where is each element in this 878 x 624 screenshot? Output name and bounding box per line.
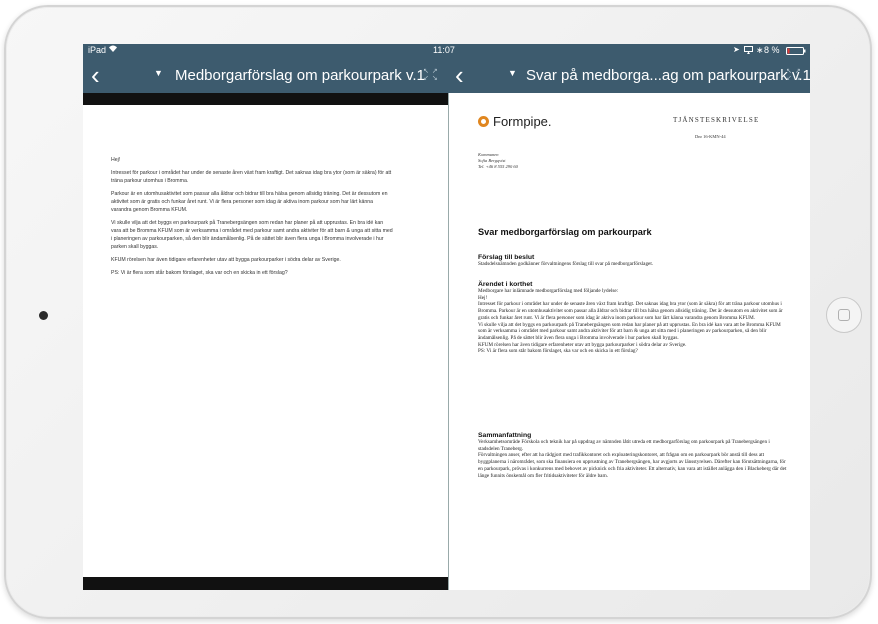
document-type: TJÄNSTESKRIVELSE bbox=[673, 116, 760, 124]
section-summary: Sammanfattning Verksamhetsområde Förskol… bbox=[478, 432, 790, 479]
section-body: Stadsdelsnämnden godkänner förvaltningen… bbox=[478, 261, 654, 267]
right-nav-bar: ‹ ▼ Svar på medborga...ag om parkourpark… bbox=[449, 58, 810, 93]
paragraph: Vi skulle vilja att det byggs en parkour… bbox=[111, 220, 393, 250]
right-document-title[interactable]: Svar på medborga...ag om parkourpark v.1 bbox=[526, 67, 810, 84]
back-chevron-icon[interactable]: ‹ bbox=[91, 60, 100, 90]
screen: iPad 11:07 ➤ ∗ 8 % ‹ ▼ Medborgarförslag … bbox=[83, 44, 810, 590]
section-summary-brief: Ärendet i korthet Medborgare har inlämna… bbox=[478, 281, 790, 355]
battery-percent: 8 % bbox=[764, 45, 780, 55]
camera-dot bbox=[39, 311, 48, 320]
formpipe-logo: Formpipe. bbox=[478, 114, 552, 129]
sender-phone: Tel. +46 8 555 290 60 bbox=[478, 164, 518, 169]
dropdown-caret-icon[interactable]: ▼ bbox=[154, 68, 163, 78]
section-body: Verksamhetsområde Förskola och teknik ha… bbox=[478, 439, 787, 479]
dropdown-caret-icon[interactable]: ▼ bbox=[508, 68, 517, 78]
left-nav-bar: ‹ ▼ Medborgarförslag om parkourpark v.1 … bbox=[83, 58, 449, 93]
document-heading: Svar medborgarförslag om parkourpark bbox=[478, 227, 652, 237]
bluetooth-icon: ∗ bbox=[756, 45, 764, 55]
home-square-icon bbox=[838, 309, 850, 321]
paragraph: Parkour är en utomhusaktivitet som passa… bbox=[111, 191, 388, 213]
paragraph: Hej! bbox=[111, 157, 121, 163]
left-document-body: Hej! Intresset för parkour i området har… bbox=[111, 156, 393, 282]
section-title: Ärendet i korthet bbox=[478, 281, 533, 288]
wifi-icon bbox=[108, 44, 118, 55]
paragraph: KFUM rörelsen har även tidigare erfarenh… bbox=[111, 257, 341, 263]
paragraph: PS: Vi är flera som står bakom förslaget… bbox=[111, 270, 288, 276]
back-chevron-icon[interactable]: ‹ bbox=[455, 60, 464, 90]
sender-block: Kommunen Sofia Bergqvist Tel. +46 8 555 … bbox=[478, 152, 518, 170]
expand-icon[interactable]: ↖↗ ↙↘ bbox=[786, 68, 804, 82]
paragraph: Intresset för parkour i området har unde… bbox=[111, 170, 392, 184]
location-icon: ➤ bbox=[733, 45, 740, 54]
section-title: Sammanfattning bbox=[478, 432, 532, 439]
section-title: Förslag till beslut bbox=[478, 254, 535, 261]
home-button[interactable] bbox=[826, 297, 862, 333]
left-document-page: Hej! Intresset för parkour i området har… bbox=[83, 105, 448, 577]
section-body: Medborgare har inlämnade medborgarförsla… bbox=[478, 288, 783, 355]
expand-icon[interactable]: ↖↗ ↙↘ bbox=[423, 68, 441, 82]
left-document-title[interactable]: Medborgarförslag om parkourpark v.1 bbox=[175, 67, 425, 84]
document-number: Dnr 16-KMN-44 bbox=[695, 134, 726, 139]
logo-text: Formpipe. bbox=[493, 114, 552, 129]
battery-icon bbox=[786, 47, 806, 57]
clock: 11:07 bbox=[433, 45, 455, 55]
device-label: iPad bbox=[88, 45, 107, 55]
section-proposal: Förslag till beslut Stadsdelsnämnden god… bbox=[478, 254, 790, 268]
logo-ring-icon bbox=[478, 116, 489, 127]
status-bar: iPad 11:07 ➤ ∗ 8 % bbox=[83, 44, 810, 58]
left-document-viewer[interactable]: Hej! Intresset för parkour i området har… bbox=[83, 93, 448, 590]
right-document-viewer[interactable]: Formpipe. TJÄNSTESKRIVELSE Dnr 16-KMN-44… bbox=[449, 93, 810, 590]
screen-mirror-icon bbox=[744, 46, 753, 56]
